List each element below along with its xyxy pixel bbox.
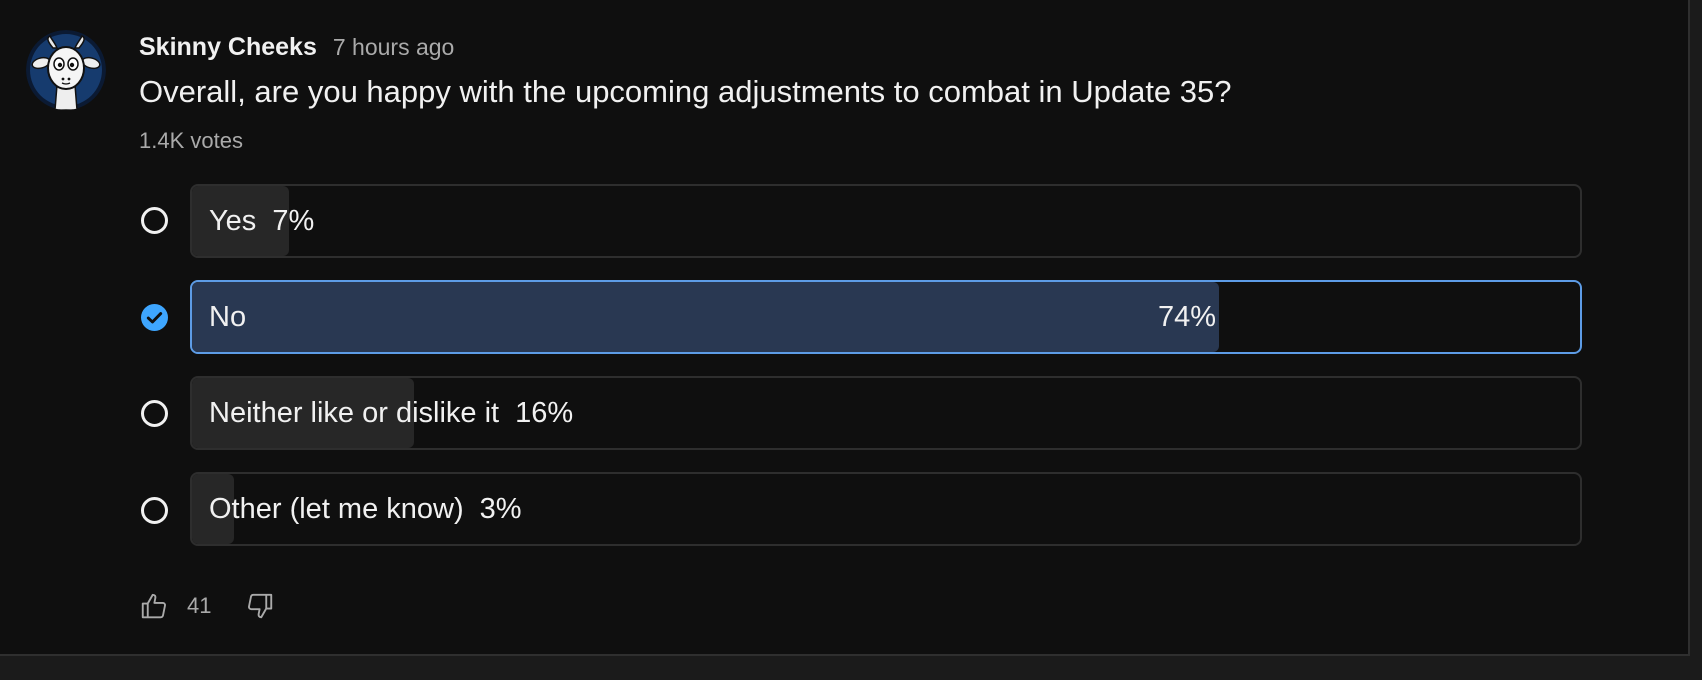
option-percent: 74% [1157,300,1216,333]
poll-post-card: Skinny Cheeks 7 hours ago Overall, are y… [0,0,1690,656]
goat-avatar-icon [26,30,106,110]
poll-option-no[interactable]: No 74% [190,280,1582,354]
poll-option-neither[interactable]: Neither like or dislike it 16% [190,376,1582,450]
post-timestamp[interactable]: 7 hours ago [333,34,454,61]
option-label: Neither like or dislike it [209,396,500,429]
radio-unchecked-icon[interactable] [141,400,168,427]
like-count: 41 [187,593,212,618]
post-actions: 41 [139,588,275,624]
option-percent: 7% [272,204,315,237]
poll-question: Overall, are you happy with the upcoming… [139,74,1232,109]
option-percent-bar [192,282,1220,352]
radio-unchecked-icon[interactable] [141,497,168,524]
radio-unchecked-icon[interactable] [141,207,168,234]
thumb-down-icon[interactable] [245,591,275,621]
author-name[interactable]: Skinny Cheeks [139,33,317,62]
option-percent: 3% [479,492,522,525]
option-percent: 16% [515,396,574,429]
poll-option-yes[interactable]: Yes 7% [190,184,1582,258]
poll-option-other[interactable]: Other (let me know) 3% [190,472,1582,546]
author-avatar[interactable] [26,30,106,110]
post-header: Skinny Cheeks 7 hours ago [139,30,454,64]
option-label: No [209,300,247,333]
option-label: Other (let me know) [209,492,464,525]
thumb-up-icon[interactable] [139,591,169,621]
vote-count: 1.4K votes [139,128,243,153]
option-label: Yes [209,204,257,237]
check-circle-icon[interactable] [141,304,168,331]
